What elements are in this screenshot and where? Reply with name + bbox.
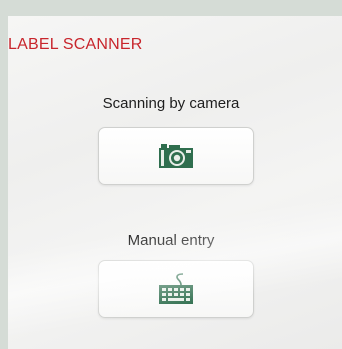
page-title: LABEL SCANNER <box>8 36 143 53</box>
scanner-panel: LABEL SCANNER Scanning by camera Manual … <box>8 16 342 349</box>
keyboard-icon <box>159 273 193 304</box>
manual-entry-label: Manual entry <box>127 232 215 249</box>
manual-entry-button[interactable] <box>98 260 254 318</box>
scan-by-camera-button[interactable] <box>98 127 254 185</box>
camera-icon <box>159 144 193 168</box>
camera-option-label: Scanning by camera <box>102 95 240 112</box>
